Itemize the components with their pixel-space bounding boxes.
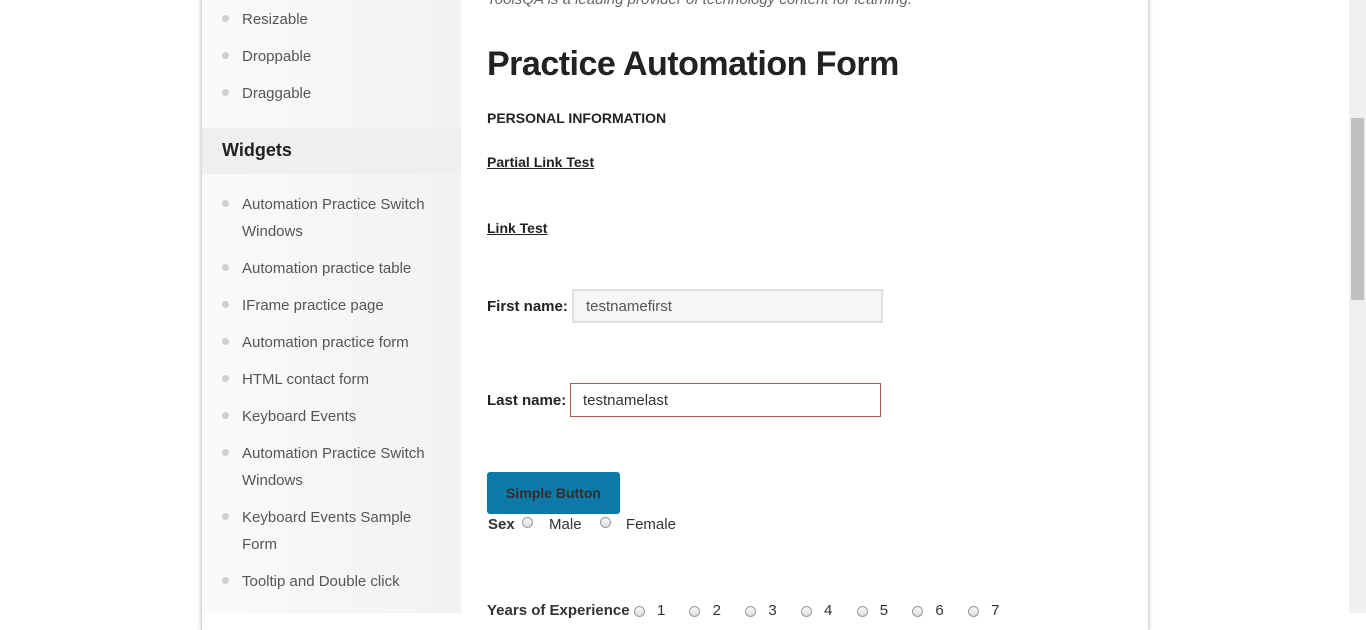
experience-option-label: 2 (712, 602, 721, 619)
experience-radio-7[interactable] (967, 605, 979, 617)
bullet-icon (222, 15, 229, 22)
sidebar-item-resizable[interactable]: Resizable (202, 6, 461, 33)
sex-female-label: Female (625, 516, 676, 533)
section-personal-information: PERSONAL INFORMATION (487, 110, 667, 126)
last-name-label: Last name: (487, 392, 567, 409)
bullet-icon (222, 412, 229, 419)
experience-radio-2[interactable] (689, 605, 701, 617)
intro-text: ToolsQA is a leading provider of technol… (487, 0, 912, 8)
bullet-icon (222, 301, 229, 308)
experience-option-label: 7 (991, 602, 1000, 619)
experience-radio-4[interactable] (800, 605, 812, 617)
last-name-input[interactable] (570, 383, 881, 417)
first-name-input[interactable] (572, 289, 883, 323)
experience-option-label: 3 (768, 602, 777, 619)
sidebar-item-droppable[interactable]: Droppable (202, 43, 461, 70)
sidebar-item-tooltip[interactable]: Tooltip and Double click (202, 568, 461, 595)
sidebar-item-practice-table[interactable]: Automation practice table (202, 255, 461, 282)
bullet-icon (222, 264, 229, 271)
sidebar-item-keyboard-events[interactable]: Keyboard Events (202, 403, 461, 430)
bullet-icon (222, 577, 229, 584)
sidebar-item-switch-windows-2[interactable]: Automation Practice Switch Windows (202, 440, 461, 494)
bullet-icon (222, 449, 229, 456)
experience-option-label: 5 (879, 602, 889, 619)
sex-male-radio[interactable] (521, 516, 533, 528)
bullet-icon (222, 200, 229, 207)
experience-option-label: 6 (935, 602, 944, 619)
sex-female-radio[interactable] (599, 516, 611, 528)
sex-male-label: Male (549, 516, 582, 533)
experience-radio-6[interactable] (912, 605, 924, 617)
experience-radio-group: Years of Experience 1 2 3 4 5 6 7 (487, 602, 999, 619)
sidebar-item-iframe[interactable]: IFrame practice page (202, 292, 461, 319)
sex-radio-group: Sex Male Female (488, 516, 676, 533)
sidebar-item-keyboard-events-form[interactable]: Keyboard Events Sample Form (202, 504, 461, 558)
sidebar-item-draggable[interactable]: Draggable (202, 80, 461, 107)
sidebar-item-contact-form[interactable]: HTML contact form (202, 366, 461, 393)
experience-radio-5[interactable] (856, 605, 868, 617)
page-title: Practice Automation Form (487, 45, 899, 83)
sidebar: Resizable Droppable Draggable Widgets Au… (202, 0, 461, 613)
link-test[interactable]: Link Test (487, 220, 547, 236)
sidebar-widgets-list: Automation Practice Switch Windows Autom… (202, 191, 461, 595)
first-name-label: First name: (487, 298, 568, 315)
scrollbar-thumb[interactable] (1351, 118, 1364, 300)
bullet-icon (222, 375, 229, 382)
bullet-icon (222, 89, 229, 96)
sex-label: Sex (488, 516, 515, 533)
bullet-icon (222, 52, 229, 59)
sidebar-interactions-list: Resizable Droppable Draggable (202, 6, 461, 107)
sidebar-item-practice-form[interactable]: Automation practice form (202, 329, 461, 356)
vertical-scrollbar[interactable] (1349, 0, 1366, 613)
bullet-icon (222, 338, 229, 345)
experience-radio-1[interactable] (633, 605, 645, 617)
experience-option-label: 4 (824, 602, 833, 619)
experience-label: Years of Experience (487, 602, 630, 619)
bullet-icon (222, 513, 229, 520)
simple-button[interactable]: Simple Button (487, 472, 620, 514)
experience-option-label: 1 (656, 602, 666, 619)
sidebar-section-widgets-title: Widgets (202, 128, 461, 174)
partial-link-test[interactable]: Partial Link Test (487, 154, 594, 170)
experience-radio-3[interactable] (745, 605, 757, 617)
sidebar-item-switch-windows[interactable]: Automation Practice Switch Windows (202, 191, 461, 245)
